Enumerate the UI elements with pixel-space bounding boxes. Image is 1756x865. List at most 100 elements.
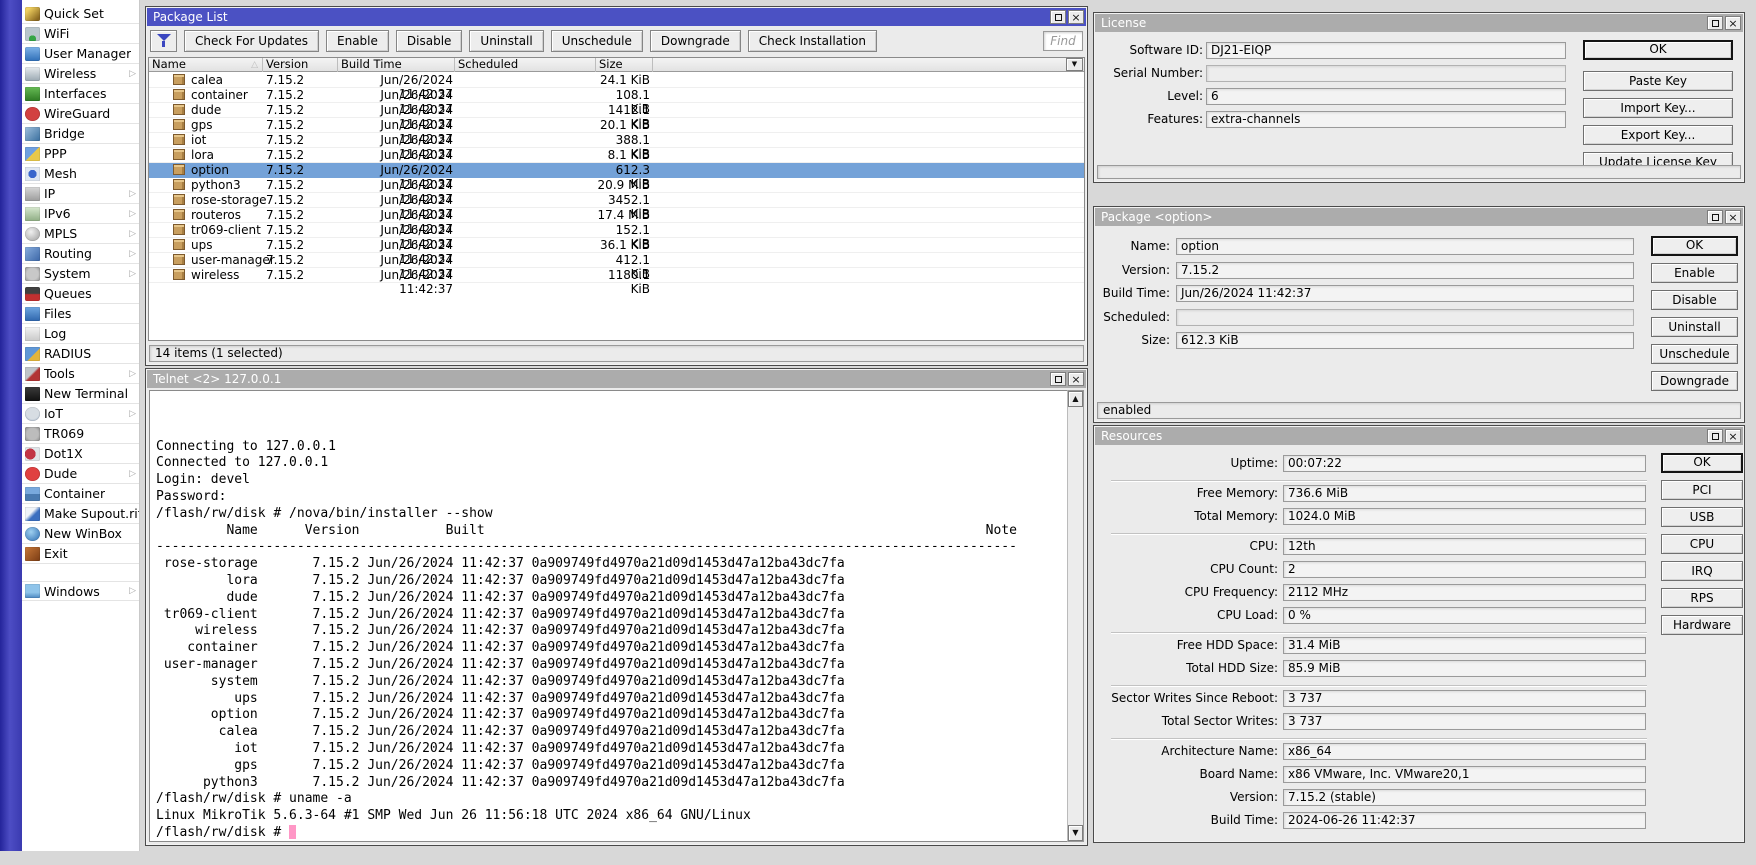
sidebar-item-mpls[interactable]: MPLS▷ <box>22 224 139 244</box>
sidebar-item-iot[interactable]: IoT▷ <box>22 404 139 424</box>
resources-pci-button[interactable]: PCI <box>1661 480 1743 500</box>
resources-cpu-button[interactable]: CPU <box>1661 534 1743 554</box>
table-row-container[interactable]: container7.15.2Jun/26/2024 11:42:37108.1… <box>149 88 1084 103</box>
table-row-user-manager[interactable]: user-manager7.15.2Jun/26/2024 11:42:3741… <box>149 253 1084 268</box>
close-icon[interactable]: × <box>1068 372 1084 386</box>
column-select-dropdown[interactable]: ▼ <box>1066 58 1083 71</box>
resources-field-total-memory[interactable]: 1024.0 MiB <box>1283 508 1646 525</box>
sidebar-item-bridge[interactable]: Bridge <box>22 124 139 144</box>
package-option-titlebar[interactable]: Package <option> × <box>1095 208 1743 226</box>
sidebar-item-quick-set[interactable]: Quick Set <box>22 4 139 24</box>
sidebar-item-radius[interactable]: RADIUS <box>22 344 139 364</box>
sidebar-item-dot1x[interactable]: Dot1X <box>22 444 139 464</box>
resources-ok-button[interactable]: OK <box>1661 453 1743 473</box>
maximize-icon[interactable] <box>1707 16 1723 30</box>
sidebar-item-windows[interactable]: Windows▷ <box>22 581 139 601</box>
license-ok-button[interactable]: OK <box>1583 40 1733 60</box>
package-option-uninstall-button[interactable]: Uninstall <box>1651 317 1738 337</box>
table-row-ups[interactable]: ups7.15.2Jun/26/2024 11:42:3736.1 KiB <box>149 238 1084 253</box>
maximize-icon[interactable] <box>1707 210 1723 224</box>
find-button[interactable]: Find <box>1043 31 1083 51</box>
table-row-calea[interactable]: calea7.15.2Jun/26/2024 11:42:3724.1 KiB <box>149 73 1084 88</box>
uninstall-button[interactable]: Uninstall <box>469 30 543 52</box>
column-header-name[interactable]: Name△ <box>149 58 263 72</box>
enable-button[interactable]: Enable <box>326 30 389 52</box>
column-header-scheduled[interactable]: Scheduled <box>455 58 596 72</box>
table-row-lora[interactable]: lora7.15.2Jun/26/2024 11:42:378.1 KiB <box>149 148 1084 163</box>
sidebar-item-new-winbox[interactable]: New WinBox <box>22 524 139 544</box>
package-option-field-name[interactable]: option <box>1176 238 1634 255</box>
license-export-key-button[interactable]: Export Key... <box>1583 125 1733 145</box>
package-option-disable-button[interactable]: Disable <box>1651 290 1738 310</box>
sidebar-item-tools[interactable]: Tools▷ <box>22 364 139 384</box>
close-icon[interactable]: × <box>1068 10 1084 24</box>
table-row-rose-storage[interactable]: rose-storage7.15.2Jun/26/2024 11:42:3734… <box>149 193 1084 208</box>
terminal-scrollbar[interactable]: ▲ ▼ <box>1067 390 1084 842</box>
sidebar-item-routing[interactable]: Routing▷ <box>22 244 139 264</box>
sidebar-item-dude[interactable]: Dude▷ <box>22 464 139 484</box>
license-import-key-button[interactable]: Import Key... <box>1583 98 1733 118</box>
license-titlebar[interactable]: License × <box>1095 14 1743 32</box>
table-row-tr069-client[interactable]: tr069-client7.15.2Jun/26/2024 11:42:3715… <box>149 223 1084 238</box>
resources-field-total-sector-writes[interactable]: 3 737 <box>1283 713 1646 730</box>
resources-field-build-time[interactable]: 2024-06-26 11:42:37 <box>1283 812 1646 829</box>
table-row-routeros[interactable]: routeros7.15.2Jun/26/2024 11:42:3717.4 M… <box>149 208 1084 223</box>
resources-field-cpu-frequency[interactable]: 2112 MHz <box>1283 584 1646 601</box>
check-for-updates-button[interactable]: Check For Updates <box>184 30 319 52</box>
package-option-field-size[interactable]: 612.3 KiB <box>1176 332 1634 349</box>
sidebar-item-wireless[interactable]: Wireless▷ <box>22 64 139 84</box>
table-row-dude[interactable]: dude7.15.2Jun/26/2024 11:42:371412.1 KiB <box>149 103 1084 118</box>
license-field-features[interactable]: extra-channels <box>1206 111 1566 128</box>
close-icon[interactable]: × <box>1725 16 1741 30</box>
table-row-gps[interactable]: gps7.15.2Jun/26/2024 11:42:3720.1 KiB <box>149 118 1084 133</box>
sidebar-item-log[interactable]: Log <box>22 324 139 344</box>
license-field-serial-number[interactable] <box>1206 65 1566 82</box>
unschedule-button[interactable]: Unschedule <box>551 30 643 52</box>
table-row-option[interactable]: option7.15.2Jun/26/2024 11:42:37612.3 Ki… <box>149 163 1084 178</box>
close-icon[interactable]: × <box>1725 429 1741 443</box>
resources-field-cpu-count[interactable]: 2 <box>1283 561 1646 578</box>
license-field-level[interactable]: 6 <box>1206 88 1566 105</box>
resources-field-free-memory[interactable]: 736.6 MiB <box>1283 485 1646 502</box>
resources-field-cpu[interactable]: 12th <box>1283 538 1646 555</box>
sidebar-item-wireguard[interactable]: WireGuard <box>22 104 139 124</box>
resources-field-uptime[interactable]: 00:07:22 <box>1283 455 1646 472</box>
sidebar-item-container[interactable]: Container <box>22 484 139 504</box>
package-option-ok-button[interactable]: OK <box>1651 236 1738 256</box>
table-row-iot[interactable]: iot7.15.2Jun/26/2024 11:42:37388.1 KiB <box>149 133 1084 148</box>
resources-field-board-name[interactable]: x86 VMware, Inc. VMware20,1 <box>1283 766 1646 783</box>
sidebar-item-ipv6[interactable]: IPv6▷ <box>22 204 139 224</box>
license-field-software-id[interactable]: DJ21-EIQP <box>1206 42 1566 59</box>
sidebar-item-files[interactable]: Files <box>22 304 139 324</box>
sidebar-item-user-manager[interactable]: User Manager <box>22 44 139 64</box>
filter-button[interactable] <box>150 30 177 52</box>
disable-button[interactable]: Disable <box>396 30 463 52</box>
resources-field-architecture-name[interactable]: x86_64 <box>1283 743 1646 760</box>
package-option-field-scheduled[interactable] <box>1176 309 1634 326</box>
resources-field-total-hdd-size[interactable]: 85.9 MiB <box>1283 660 1646 677</box>
resources-usb-button[interactable]: USB <box>1661 507 1743 527</box>
column-header-version[interactable]: Version <box>263 58 338 72</box>
table-row-python3[interactable]: python37.15.2Jun/26/2024 11:42:3720.9 Mi… <box>149 178 1084 193</box>
resources-field-sector-writes-since-reboot[interactable]: 3 737 <box>1283 690 1646 707</box>
sidebar-item-ip[interactable]: IP▷ <box>22 184 139 204</box>
scroll-up-icon[interactable]: ▲ <box>1068 391 1083 407</box>
package-option-field-build-time[interactable]: Jun/26/2024 11:42:37 <box>1176 285 1634 302</box>
package-option-unschedule-button[interactable]: Unschedule <box>1651 344 1738 364</box>
sidebar-item-ppp[interactable]: PPP <box>22 144 139 164</box>
package-option-enable-button[interactable]: Enable <box>1651 263 1738 283</box>
scroll-down-icon[interactable]: ▼ <box>1068 825 1083 841</box>
sidebar-item-system[interactable]: System▷ <box>22 264 139 284</box>
resources-field-cpu-load[interactable]: 0 % <box>1283 607 1646 624</box>
package-option-downgrade-button[interactable]: Downgrade <box>1651 371 1738 391</box>
telnet-titlebar[interactable]: Telnet <2> 127.0.0.1 × <box>147 370 1086 388</box>
resources-titlebar[interactable]: Resources × <box>1095 427 1743 445</box>
resources-field-free-hdd-space[interactable]: 31.4 MiB <box>1283 637 1646 654</box>
maximize-icon[interactable] <box>1050 10 1066 24</box>
terminal-area[interactable]: Connecting to 127.0.0.1 Connected to 127… <box>149 390 1067 842</box>
resources-rps-button[interactable]: RPS <box>1661 588 1743 608</box>
column-header-size[interactable]: Size <box>596 58 653 72</box>
table-row-wireless[interactable]: wireless7.15.2Jun/26/2024 11:42:371180.1… <box>149 268 1084 283</box>
sidebar-item-queues[interactable]: Queues <box>22 284 139 304</box>
maximize-icon[interactable] <box>1050 372 1066 386</box>
